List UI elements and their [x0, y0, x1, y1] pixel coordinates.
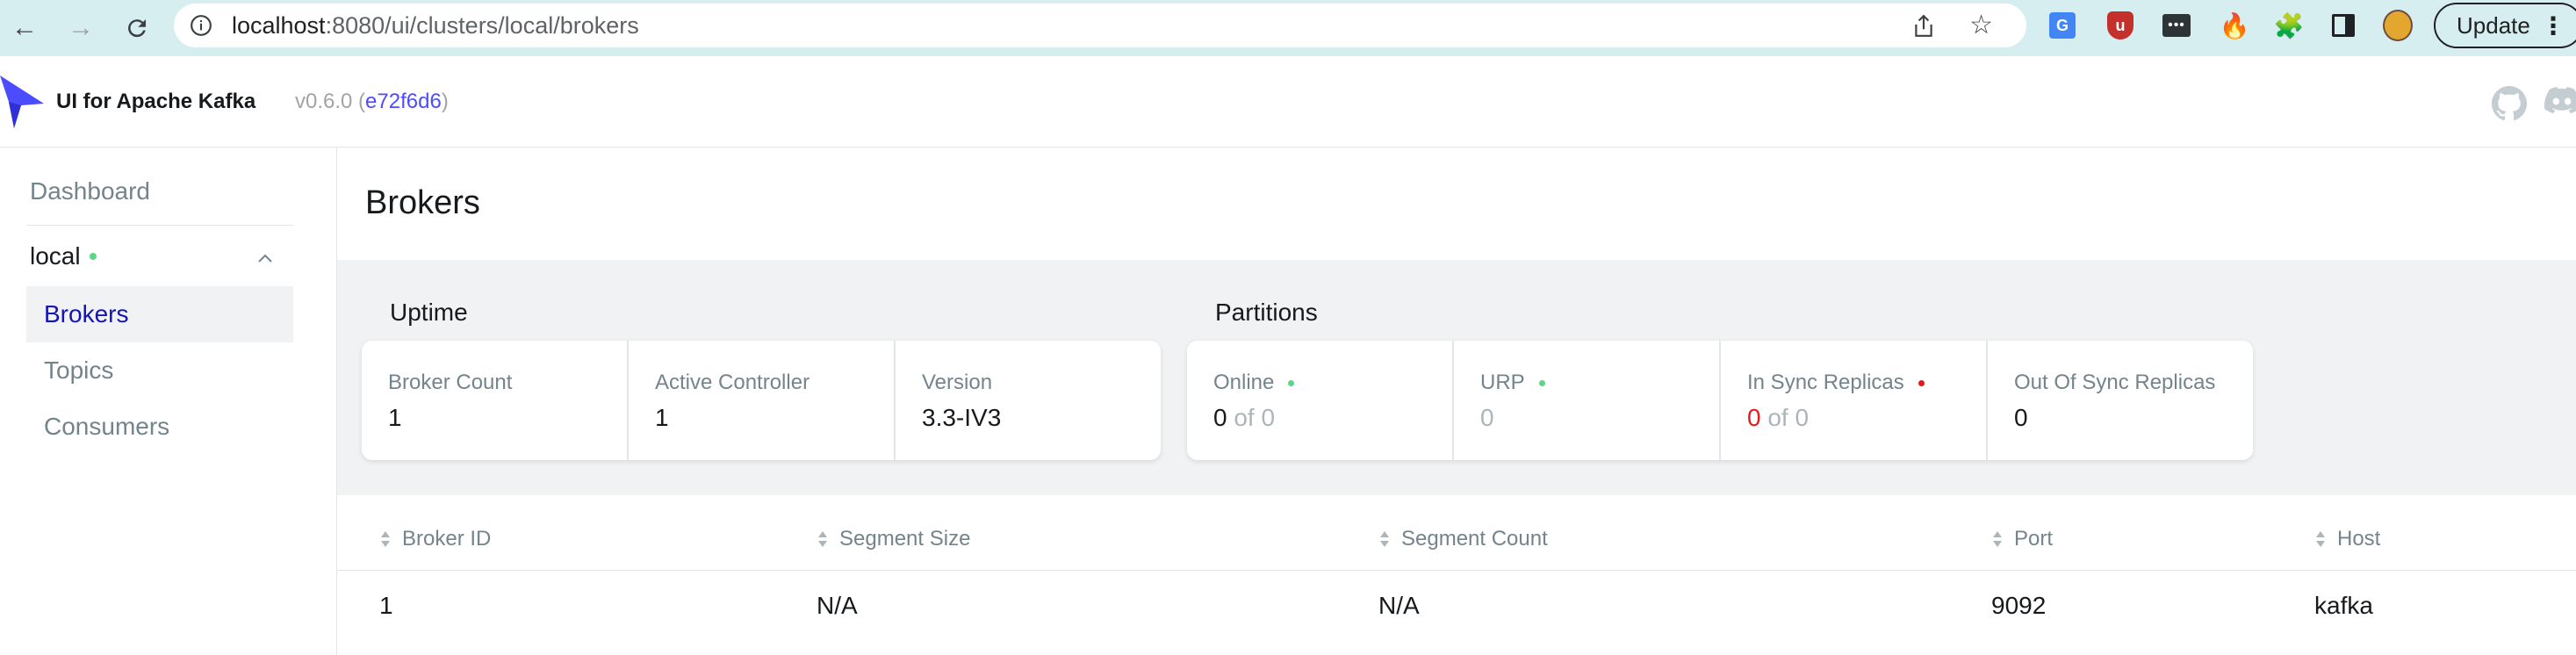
- metric-value: 0: [2014, 404, 2028, 431]
- metric-label: Online: [1213, 371, 1295, 395]
- metrics-area: Uptime Broker Count 1 Active Controller …: [337, 260, 2576, 495]
- url-host: localhost: [232, 11, 326, 39]
- sort-icon: [1993, 531, 2002, 547]
- sidebar-cluster-local[interactable]: local: [30, 242, 97, 270]
- status-dot-green: [1538, 379, 1545, 386]
- address-bar[interactable]: localhost:8080/ui/clusters/local/brokers…: [174, 4, 2026, 47]
- sidebar-item-dashboard[interactable]: Dashboard: [30, 177, 150, 205]
- google-translate-extension-icon[interactable]: G: [2047, 11, 2077, 40]
- cluster-name: local: [30, 242, 81, 270]
- status-dot-red: [1918, 379, 1925, 386]
- metric-value: 0: [1480, 404, 1494, 431]
- bookmark-star-icon[interactable]: ☆: [1969, 12, 1993, 39]
- kafka-ui-logo-icon[interactable]: [0, 76, 46, 130]
- cell-segment-count: N/A: [1378, 592, 1420, 619]
- app-title[interactable]: UI for Apache Kafka: [56, 90, 255, 114]
- browser-menu-icon[interactable]: ⋮: [2541, 11, 2565, 40]
- metric-label: Active Controller: [655, 371, 810, 394]
- chevron-up-icon[interactable]: [255, 248, 276, 269]
- metric-value: 1: [655, 404, 669, 431]
- brokers-table: Broker ID Segment Size Segment Count Por…: [337, 495, 2576, 637]
- column-header-segment-size[interactable]: Segment Size: [817, 527, 970, 551]
- forward-arrow-icon[interactable]: →: [63, 11, 98, 46]
- column-header-host[interactable]: Host: [2314, 527, 2380, 551]
- sort-icon: [1380, 531, 1389, 547]
- reload-icon[interactable]: [119, 11, 155, 46]
- metric-card-urp: URP 0: [1454, 341, 1719, 460]
- share-icon[interactable]: [1912, 14, 1935, 39]
- sidebar-item-consumers[interactable]: Consumers: [26, 399, 293, 455]
- sidebar: Dashboard local Brokers Topics Consumers: [0, 148, 337, 655]
- version-prefix: v0.6.0 (: [295, 90, 366, 113]
- sort-icon: [818, 531, 827, 547]
- page-title: Brokers: [365, 184, 480, 221]
- profile-avatar[interactable]: [2383, 10, 2413, 41]
- metric-card-version: Version 3.3-IV3: [896, 341, 1161, 460]
- metric-card-out-of-sync-replicas: Out Of Sync Replicas 0: [1988, 341, 2253, 460]
- browser-toolbar: ← → localhost:8080/ui/clusters/local/bro…: [0, 0, 2576, 56]
- metric-value: 1: [388, 404, 402, 431]
- github-icon[interactable]: [2492, 86, 2527, 121]
- sort-icon: [2316, 531, 2325, 547]
- partitions-cards: Online 0 of 0 URP 0 In Sync Replicas 0 o…: [1187, 341, 2253, 460]
- app-header: UI for Apache Kafka v0.6.0 (e72f6d6): [0, 56, 2576, 148]
- metric-label: URP: [1480, 371, 1545, 395]
- back-arrow-icon[interactable]: ←: [7, 11, 42, 46]
- metric-value: 0 of 0: [1213, 404, 1276, 431]
- metric-card-active-controller: Active Controller 1: [629, 341, 894, 460]
- side-panel-icon[interactable]: [2328, 11, 2358, 40]
- sidebar-item-brokers[interactable]: Brokers: [26, 286, 293, 342]
- sidebar-item-topics[interactable]: Topics: [26, 342, 293, 399]
- discord-icon[interactable]: [2544, 86, 2576, 114]
- extensions-puzzle-icon[interactable]: 🧩: [2274, 11, 2305, 40]
- metric-label: In Sync Replicas: [1747, 371, 1925, 395]
- sidebar-divider: [26, 225, 293, 226]
- cell-host: kafka: [2314, 592, 2373, 619]
- fire-extension-icon[interactable]: 🔥: [2220, 11, 2250, 40]
- table-row[interactable]: 1 N/A N/A 9092 kafka: [337, 571, 2576, 637]
- site-info-icon[interactable]: [190, 14, 212, 37]
- column-header-broker-id[interactable]: Broker ID: [379, 527, 491, 551]
- column-header-segment-count[interactable]: Segment Count: [1378, 527, 1548, 551]
- update-button[interactable]: Update ⋮: [2434, 3, 2576, 48]
- metric-label: Out Of Sync Replicas: [2014, 371, 2216, 394]
- metric-value: 0 of 0: [1747, 404, 1810, 431]
- metric-card-in-sync-replicas: In Sync Replicas 0 of 0: [1721, 341, 1986, 460]
- version-suffix: ): [441, 90, 449, 113]
- status-dot-green: [1288, 379, 1295, 386]
- table-header: Broker ID Segment Size Segment Count Por…: [337, 495, 2576, 571]
- metric-label: Version: [922, 371, 993, 394]
- cell-port: 9092: [1991, 592, 2047, 619]
- url-path: :8080/ui/clusters/local/brokers: [325, 11, 639, 39]
- partitions-section-title: Partitions: [1215, 299, 1318, 326]
- commit-link[interactable]: e72f6d6: [365, 90, 442, 113]
- extension-dots-icon[interactable]: •••: [2162, 11, 2191, 40]
- sort-icon: [381, 531, 390, 547]
- metric-value: 3.3-IV3: [922, 404, 1002, 431]
- url-text: localhost:8080/ui/clusters/local/brokers: [232, 12, 639, 40]
- uptime-cards: Broker Count 1 Active Controller 1 Versi…: [362, 341, 1161, 460]
- ublock-extension-icon[interactable]: u: [2105, 11, 2135, 40]
- column-header-port[interactable]: Port: [1991, 527, 2053, 551]
- cell-segment-size: N/A: [817, 592, 858, 619]
- cluster-status-dot: [89, 253, 97, 260]
- metric-label: Broker Count: [388, 371, 513, 394]
- update-button-label: Update: [2457, 11, 2530, 39]
- metric-card-online: Online 0 of 0: [1187, 341, 1452, 460]
- metric-card-broker-count: Broker Count 1: [362, 341, 627, 460]
- main-content: Brokers Uptime Broker Count 1 Active Con…: [337, 148, 2576, 655]
- cell-broker-id[interactable]: 1: [379, 592, 393, 620]
- uptime-section-title: Uptime: [390, 299, 468, 326]
- app-version: v0.6.0 (e72f6d6): [295, 90, 449, 114]
